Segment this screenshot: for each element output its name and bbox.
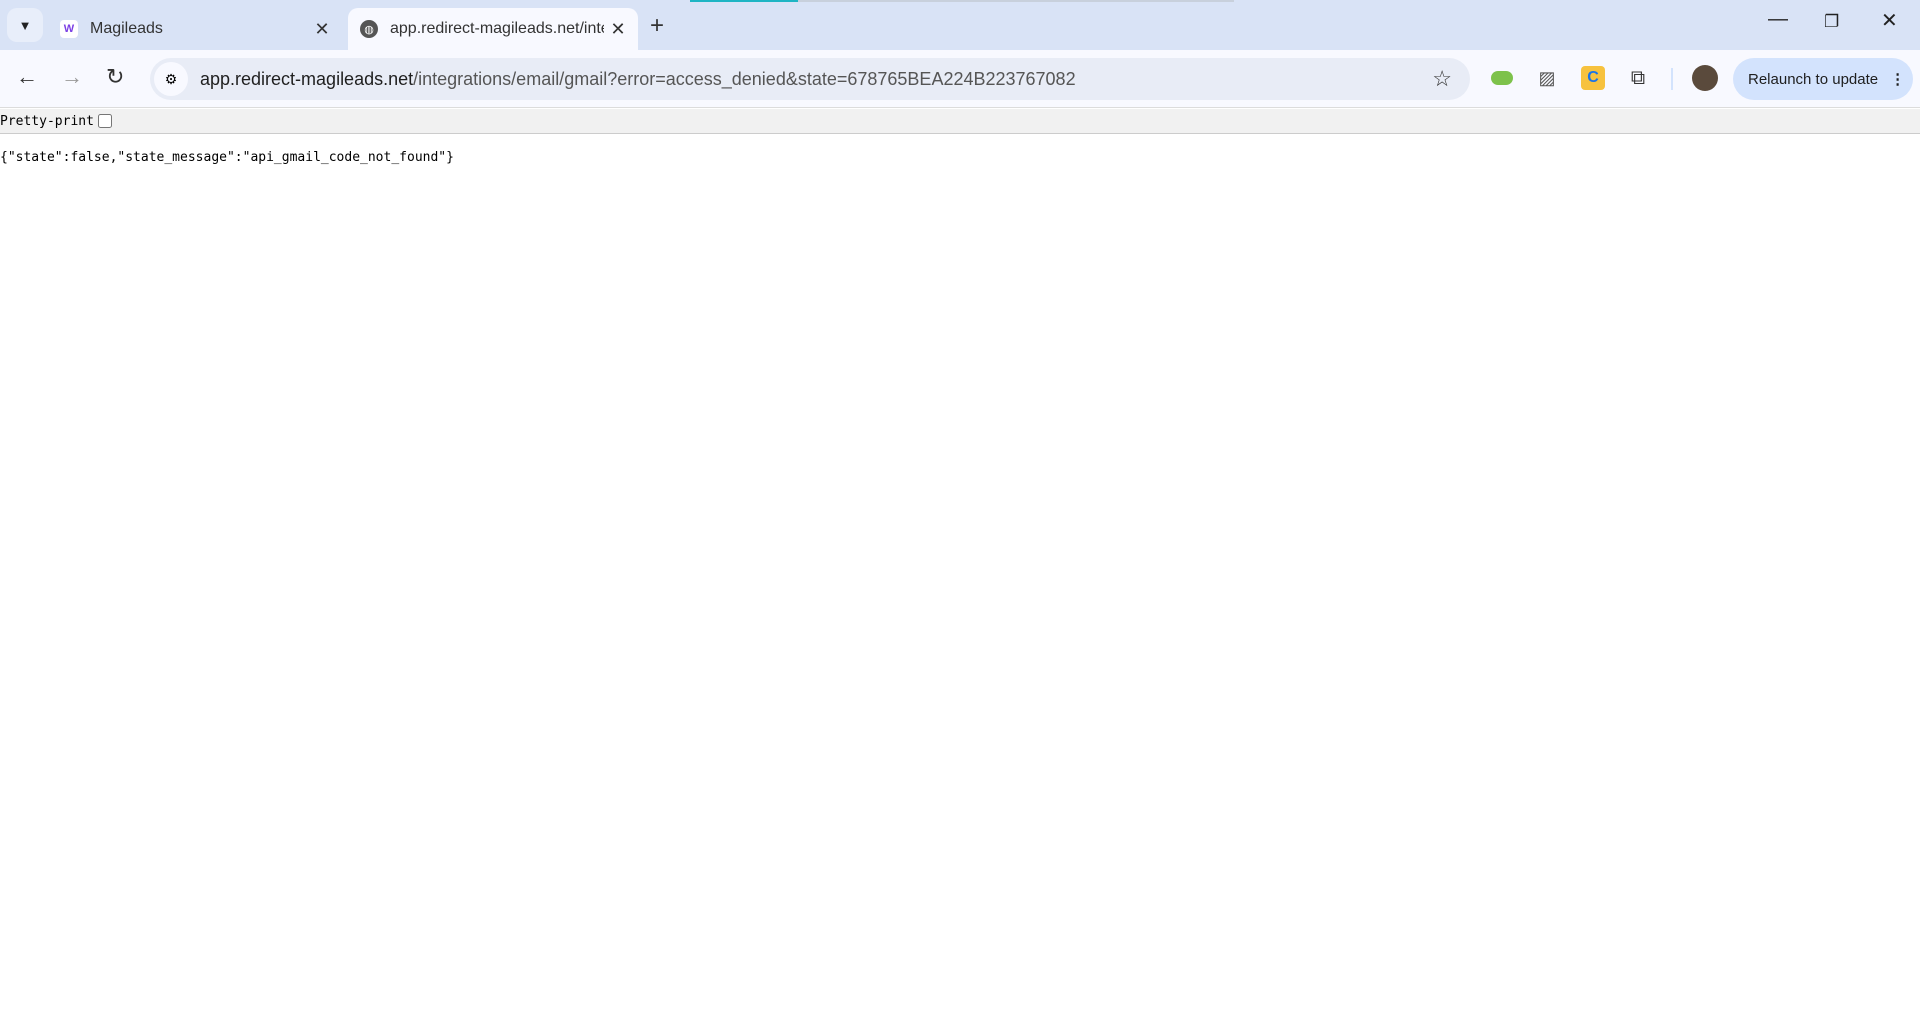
relaunch-button[interactable]: Relaunch to update ⋮	[1733, 58, 1913, 100]
url-path: /integrations/email/gmail?error=access_d…	[413, 68, 1076, 89]
ruler-extension-icon[interactable]: ▨	[1535, 66, 1559, 90]
pretty-print-checkbox[interactable]	[97, 114, 112, 128]
close-tab-icon[interactable]: ✕	[604, 19, 632, 40]
pretty-print-label: Pretty-print	[0, 113, 94, 129]
tab-active[interactable]: ◍ app.redirect-magileads.net/integration…	[348, 8, 638, 50]
tab-title: app.redirect-magileads.net/integrations/…	[390, 20, 604, 37]
tab-search-button[interactable]: ▼	[7, 8, 43, 42]
site-settings-icon[interactable]: ⚙	[154, 62, 188, 96]
url-host: app.redirect-magileads.net	[200, 68, 414, 89]
restore-button[interactable]: ❐	[1824, 12, 1839, 32]
tab-bar: ▼ W Magileads ✕ ◍ app.redirect-magileads…	[0, 0, 1920, 50]
bookmark-star-icon[interactable]: ☆	[1432, 66, 1452, 92]
close-window-button[interactable]: ✕	[1881, 8, 1898, 33]
reload-button[interactable]: ↻	[106, 64, 124, 90]
json-response: {"state":false,"state_message":"api_gmai…	[0, 150, 454, 165]
new-tab-button[interactable]: +	[650, 12, 664, 40]
blue-c-extension-icon[interactable]: C	[1581, 66, 1605, 90]
address-bar[interactable]: ⚙ app.redirect-magileads.net/integration…	[150, 58, 1470, 100]
toolbar: ← → ↻ ⚙ app.redirect-magileads.net/integ…	[0, 50, 1920, 108]
forward-button[interactable]: →	[61, 64, 83, 90]
profile-avatar[interactable]	[1692, 65, 1718, 91]
green-extension-icon[interactable]	[1490, 66, 1514, 90]
url-text[interactable]: app.redirect-magileads.net/integrations/…	[200, 69, 1076, 90]
relaunch-label: Relaunch to update	[1748, 70, 1879, 88]
pretty-print-bar: Pretty-print	[0, 109, 1920, 134]
chevron-down-icon: ▼	[18, 17, 32, 33]
back-button[interactable]: ←	[16, 64, 38, 90]
loading-track	[798, 0, 1234, 2]
divider	[1671, 68, 1673, 90]
close-tab-icon[interactable]: ✕	[308, 19, 336, 40]
tab-title: Magileads	[90, 20, 163, 37]
menu-dots-icon[interactable]: ⋮	[1890, 70, 1905, 88]
tab-magileads[interactable]: W Magileads ✕	[46, 8, 342, 50]
magileads-logo-icon: W	[60, 20, 78, 38]
extensions-puzzle-icon[interactable]: ⧉	[1626, 66, 1650, 90]
minimize-button[interactable]: —	[1768, 8, 1788, 31]
globe-icon: ◍	[360, 20, 378, 38]
loading-indicator	[690, 0, 798, 2]
